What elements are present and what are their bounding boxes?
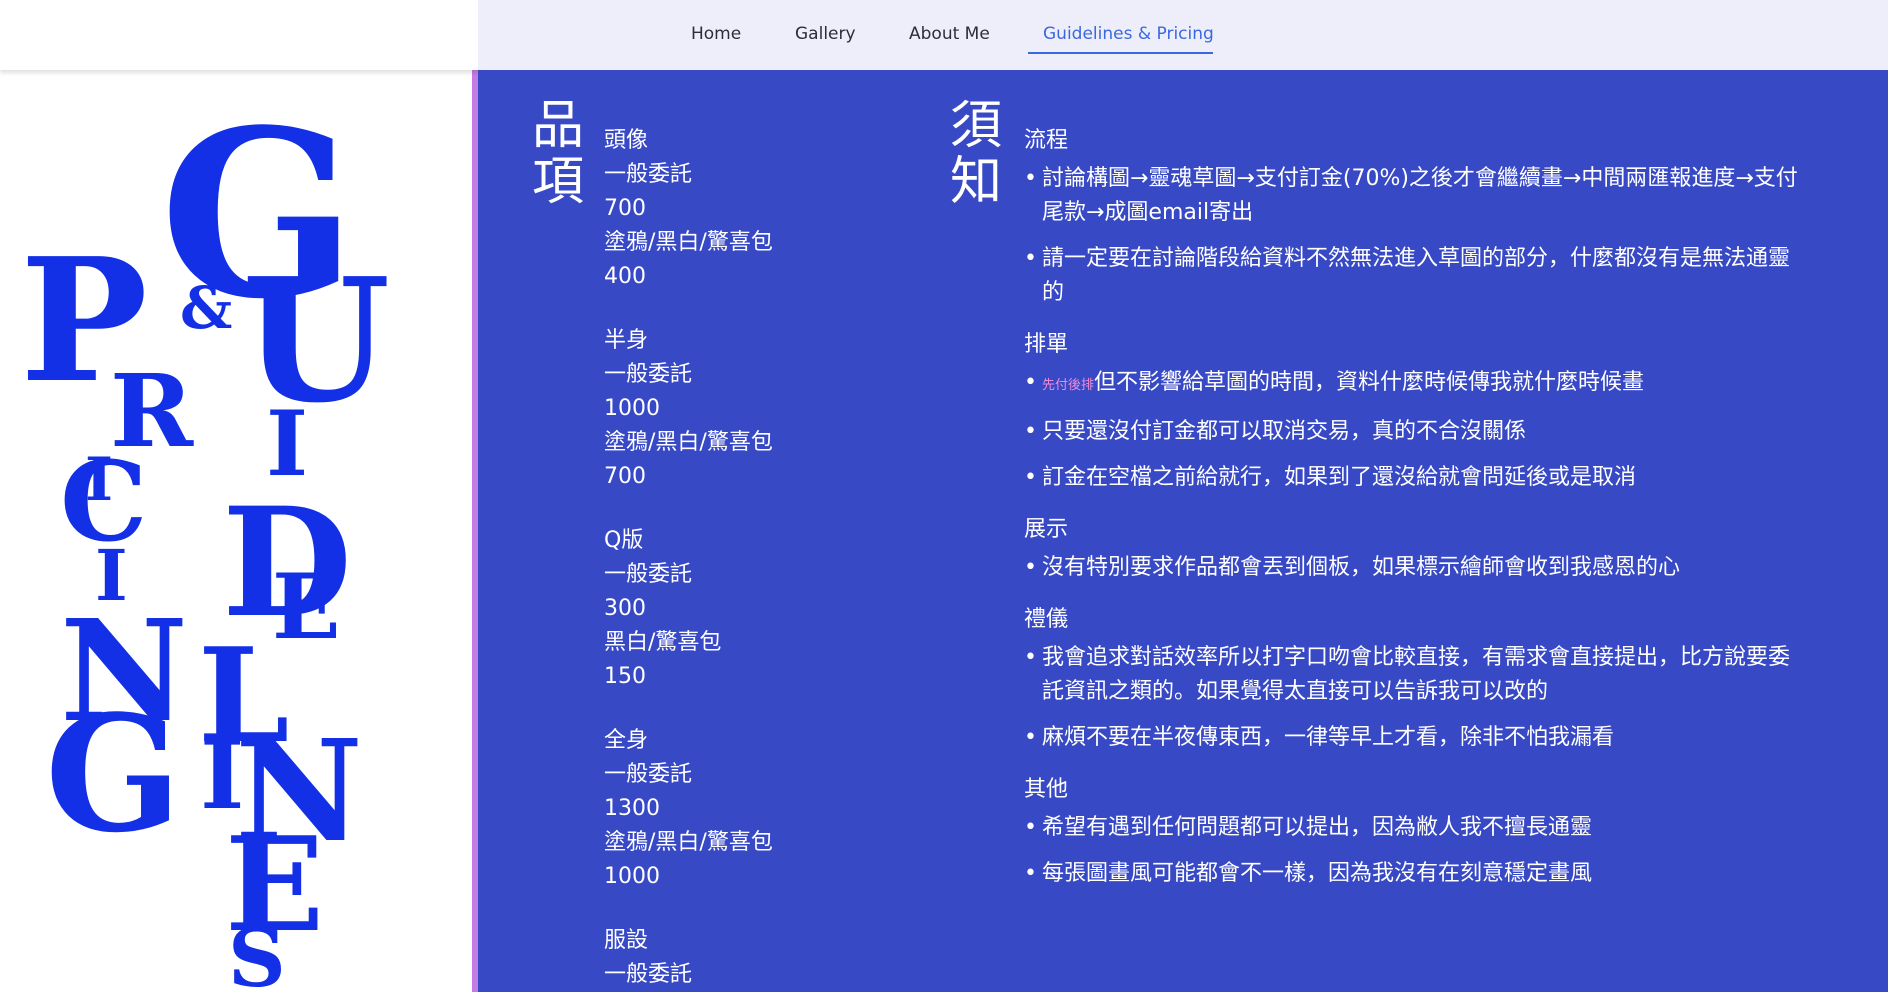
item-row: 1000 xyxy=(604,396,660,421)
letter-s: S xyxy=(228,911,286,992)
pricing-list: 頭像 一般委託 700 塗鴉/黑白/驚喜包 400 半身 一般委託 1000 塗… xyxy=(604,124,924,992)
list-item: 沒有特別要求作品都會丟到個板，如果標示繪師會收到我感恩的心 xyxy=(1024,551,1804,585)
section-other: 其他 希望有遇到任何問題都可以提出，因為敝人我不擅長通靈 每張圖畫風可能都會不一… xyxy=(1024,773,1804,891)
bullet-text: 麻煩不要在半夜傳東西，一律等早上才看，除非不怕我漏看 xyxy=(1042,725,1615,750)
item-name: 服設 xyxy=(604,928,649,953)
nav-guidelines-pricing[interactable]: Guidelines & Pricing xyxy=(1043,24,1214,44)
item-row: 一般委託 xyxy=(604,162,693,187)
item-group: 半身 一般委託 1000 塗鴉/黑白/驚喜包 700 xyxy=(604,324,924,494)
list-item: 請一定要在討論階段給資料不然無法進入草圖的部分，什麼都沒有是無法通靈的 xyxy=(1024,242,1804,310)
section-title: 禮儀 xyxy=(1024,607,1069,632)
bullet-text: 請一定要在討論階段給資料不然無法進入草圖的部分，什麼都沒有是無法通靈的 xyxy=(1042,246,1791,305)
item-row: 塗鴉/黑白/驚喜包 xyxy=(604,430,773,455)
bullet-text: 只要還沒付訂金都可以取消交易，真的不合沒關係 xyxy=(1042,419,1527,444)
list-item: 希望有遇到任何問題都可以提出，因為敝人我不擅長通靈 xyxy=(1024,811,1804,845)
list-item: 討論構圖→靈魂草圖→支付訂金(70%)之後才會繼續畫→中間兩匯報進度→支付尾款→… xyxy=(1024,162,1804,230)
section-title: 展示 xyxy=(1024,517,1069,542)
item-group: 全身 一般委託 1300 塗鴉/黑白/驚喜包 1000 xyxy=(604,724,924,894)
item-group: Q版 一般委託 300 黑白/驚喜包 150 xyxy=(604,524,924,694)
item-row: 700 xyxy=(604,196,646,221)
notice-heading: 須知 xyxy=(949,96,1002,212)
item-row: 黑白/驚喜包 xyxy=(604,630,722,655)
decorative-title-art: G U I D E L I N E S P R I C I N G & xyxy=(0,70,472,992)
bullet-text: 訂金在空檔之前給就行，如果到了還沒給就會問延後或是取消 xyxy=(1042,465,1637,490)
bullet-text: 我會追求對話效率所以打字口吻會比較直接，有需求會直接提出，比方說要委託資訊之類的… xyxy=(1042,645,1791,704)
item-row: 一般委託 xyxy=(604,562,693,587)
section-etiquette: 禮儀 我會追求對話效率所以打字口吻會比較直接，有需求會直接提出，比方說要委託資訊… xyxy=(1024,603,1804,755)
item-row: 塗鴉/黑白/驚喜包 xyxy=(604,230,773,255)
pricing-guidelines-lettering: G U I D E L I N E S P R I C I N G & xyxy=(20,80,390,992)
nav-gallery[interactable]: Gallery xyxy=(795,24,856,44)
section-title: 排單 xyxy=(1024,332,1069,357)
item-name: Q版 xyxy=(604,528,644,553)
item-row: 1000 xyxy=(604,864,660,889)
item-group: 頭像 一般委託 700 塗鴉/黑白/驚喜包 400 xyxy=(604,124,924,294)
list-item: 先付後排但不影響給草圖的時間，資料什麼時候傳我就什麼時候畫 xyxy=(1024,366,1804,403)
items-heading: 品項 xyxy=(531,96,584,212)
item-row: 一般委託 xyxy=(604,362,693,387)
item-row: 300 xyxy=(604,596,646,621)
item-row: 一般委託 xyxy=(604,962,693,987)
ampersand: & xyxy=(180,274,232,342)
section-title: 其他 xyxy=(1024,777,1069,802)
bullet-text: 但不影響給草圖的時間，資料什麼時候傳我就什麼時候畫 xyxy=(1094,370,1645,395)
section-display: 展示 沒有特別要求作品都會丟到個板，如果標示繪師會收到我感恩的心 xyxy=(1024,513,1804,585)
section-title: 流程 xyxy=(1024,128,1069,153)
item-group: 服設 一般委託 xyxy=(604,924,924,992)
bullet-text: 沒有特別要求作品都會丟到個板，如果標示繪師會收到我感恩的心 xyxy=(1042,555,1681,580)
nav-active-underline xyxy=(1028,52,1213,54)
list-item: 訂金在空檔之前給就行，如果到了還沒給就會問延後或是取消 xyxy=(1024,461,1804,495)
section-process: 流程 討論構圖→靈魂草圖→支付訂金(70%)之後才會繼續畫→中間兩匯報進度→支付… xyxy=(1024,124,1804,310)
item-name: 頭像 xyxy=(604,128,649,153)
list-item: 只要還沒付訂金都可以取消交易，真的不合沒關係 xyxy=(1024,415,1804,449)
list-item: 麻煩不要在半夜傳東西，一律等早上才看，除非不怕我漏看 xyxy=(1024,721,1804,755)
bullet-text: 討論構圖→靈魂草圖→支付訂金(70%)之後才會繼續畫→中間兩匯報進度→支付尾款→… xyxy=(1042,166,1798,225)
item-name: 半身 xyxy=(604,328,649,353)
top-nav: Home Gallery About Me Guidelines & Prici… xyxy=(478,0,1888,70)
nav-about-me[interactable]: About Me xyxy=(909,24,990,44)
list-item: 每張圖畫風可能都會不一樣，因為我沒有在刻意穩定畫風 xyxy=(1024,857,1804,891)
guidelines-pricing-content: 品項 頭像 一般委託 700 塗鴉/黑白/驚喜包 400 半身 一般委託 100… xyxy=(478,70,1888,992)
list-item: 我會追求對話效率所以打字口吻會比較直接，有需求會直接提出，比方說要委託資訊之類的… xyxy=(1024,641,1804,709)
item-row: 塗鴉/黑白/驚喜包 xyxy=(604,830,773,855)
item-row: 一般委託 xyxy=(604,762,693,787)
nav-home[interactable]: Home xyxy=(691,24,741,44)
item-row: 1300 xyxy=(604,796,660,821)
letter-g-2: G xyxy=(45,680,182,868)
header-left-blank xyxy=(0,0,478,70)
item-row: 700 xyxy=(604,464,646,489)
letter-u: U xyxy=(242,241,390,441)
bullet-text: 希望有遇到任何問題都可以提出，因為敝人我不擅長通靈 xyxy=(1042,815,1593,840)
item-name: 全身 xyxy=(604,728,649,753)
pay-first-tag: 先付後排 xyxy=(1042,378,1095,393)
guidelines-notes: 流程 討論構圖→靈魂草圖→支付訂金(70%)之後才會繼續畫→中間兩匯報進度→支付… xyxy=(1024,124,1804,909)
bullet-text: 每張圖畫風可能都會不一樣，因為我沒有在刻意穩定畫風 xyxy=(1042,861,1593,886)
item-row: 400 xyxy=(604,264,646,289)
item-row: 150 xyxy=(604,664,646,689)
section-scheduling: 排單 先付後排但不影響給草圖的時間，資料什麼時候傳我就什麼時候畫 只要還沒付訂金… xyxy=(1024,328,1804,495)
